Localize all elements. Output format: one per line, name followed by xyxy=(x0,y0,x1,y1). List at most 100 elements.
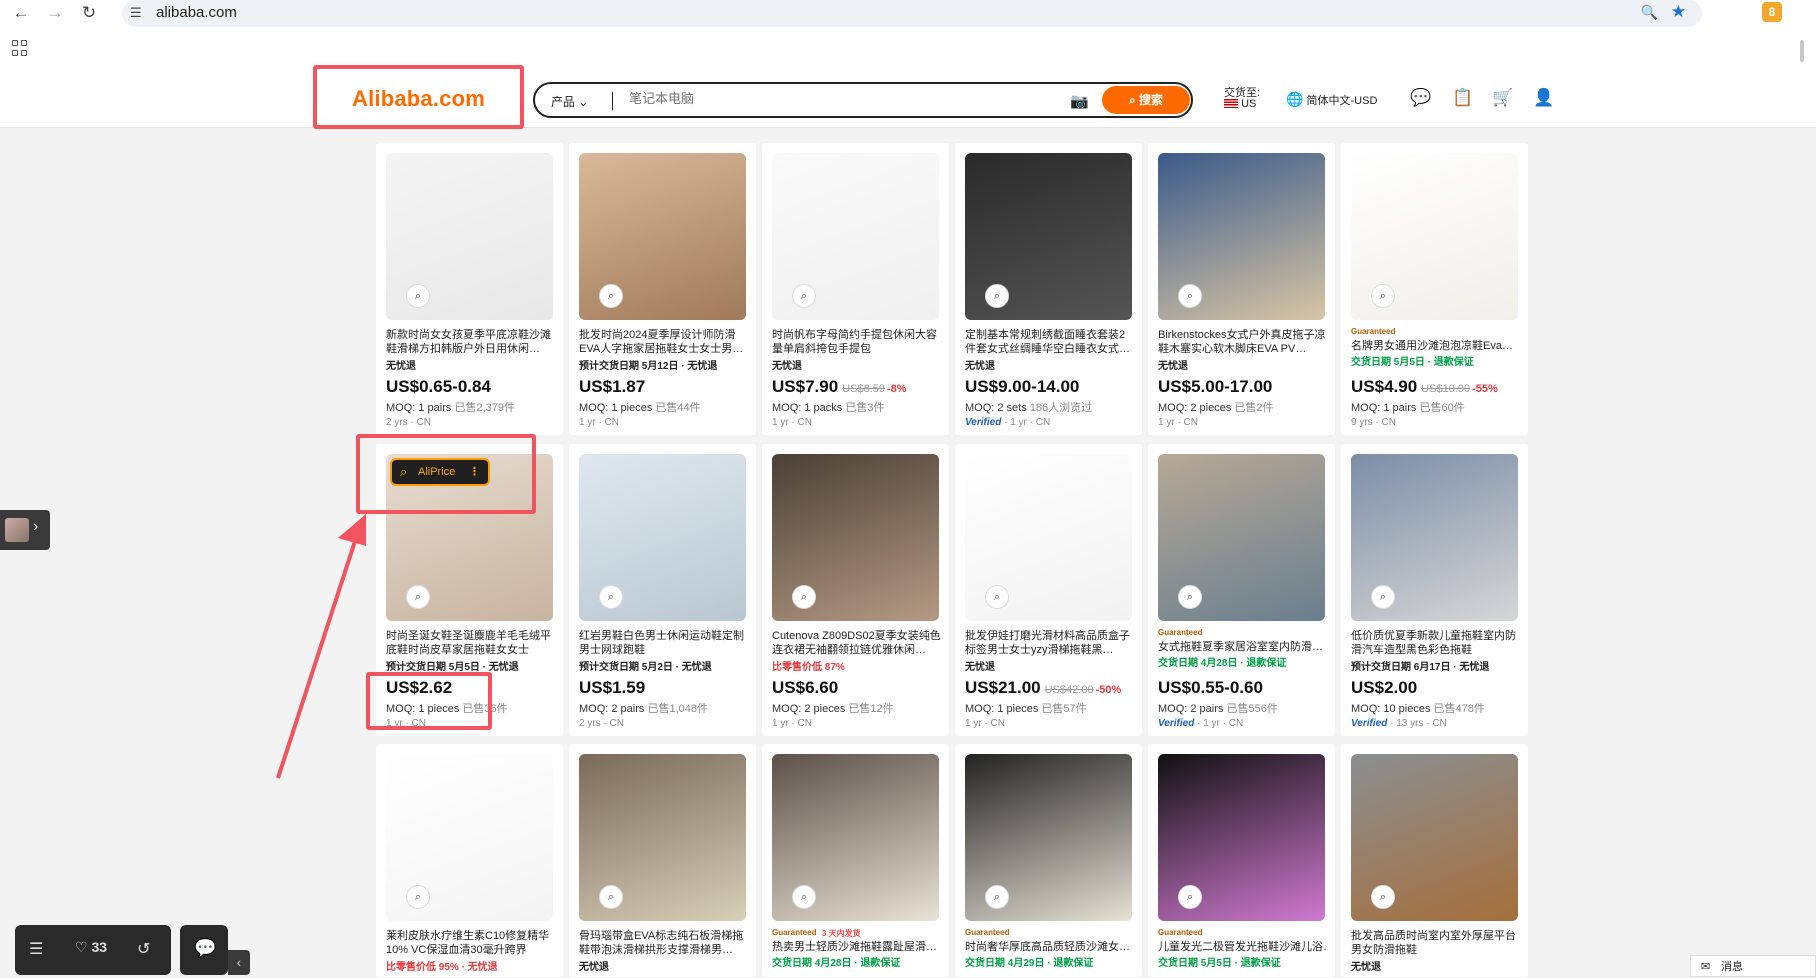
product-title[interactable]: 莱利皮肤水疗维生素C10修复精华10% VC保湿血清30毫升跨界 xyxy=(386,929,556,957)
product-image[interactable]: ⌕ xyxy=(965,754,1132,921)
back-icon[interactable]: ← xyxy=(10,2,32,24)
product-card[interactable]: ⌕ 女式拖鞋夏季家居浴室室内防滑… 交货日期 4月28日 · 退款保证 US$0.55… xyxy=(1148,444,1335,736)
search-input[interactable] xyxy=(627,90,1007,107)
product-card[interactable]: ⌕ 骨玛瑙带盒EVA标志纯石板滑梯拖鞋带泡沫滑梯拱形支撑滑梯男… 无忧退 xyxy=(569,744,756,977)
product-card[interactable]: ⌕ 新款时尚女女孩夏季平底凉鞋沙滩鞋滑梯方扣韩版户外日用休闲… 无忧退 US$0.65… xyxy=(376,143,563,435)
product-title[interactable]: 红岩男鞋白色男士休闲运动鞋定制男士网球跑鞋 xyxy=(579,629,749,657)
search-button[interactable]: ⌕ 搜索 xyxy=(1102,86,1190,114)
product-image[interactable]: ⌕ xyxy=(772,754,939,921)
image-search-icon[interactable]: ⌕ xyxy=(792,585,816,609)
product-card[interactable]: ⌕ 儿童发光二极管发光拖鞋沙滩儿浴… 交货日期 5月5日 · 退款保证 Guarant… xyxy=(1148,744,1335,977)
image-search-icon[interactable]: ⌕ xyxy=(406,284,430,308)
product-image[interactable]: ⌕ xyxy=(772,153,939,320)
stack-icon[interactable]: ☰ xyxy=(29,939,43,959)
product-card[interactable]: ⌕ 时尚帆布字母简约手提包休闲大容量单肩斜挎包手提包 无忧退 US$7.90 US$8.… xyxy=(762,143,949,435)
product-title[interactable]: 批发时尚2024夏季厚设计师防滑EVA人字拖家居拖鞋女士女士男… xyxy=(579,328,749,356)
product-title[interactable]: 时尚帆布字母简约手提包休闲大容量单肩斜挎包手提包 xyxy=(772,328,942,356)
image-search-icon[interactable]: ⌕ xyxy=(792,885,816,909)
image-search-icon[interactable]: ⌕ xyxy=(792,284,816,308)
orders-icon[interactable]: 📋 xyxy=(1452,88,1473,108)
address-bar[interactable]: ☰ alibaba.com 🔍 ★ xyxy=(122,0,1702,27)
aliprice-button[interactable]: ⌕ AliPrice ⋮ xyxy=(390,458,490,486)
product-card[interactable]: ⌕ 热卖男士轻质沙滩拖鞋露趾屋滑… 交货日期 4月28日 · 退款保证 Guaran… xyxy=(762,744,949,977)
image-search-icon[interactable]: ⌕ xyxy=(406,585,430,609)
image-search-icon[interactable]: ⌕ xyxy=(1371,585,1395,609)
product-title[interactable]: Birkenstockes女式户外真皮拖子凉鞋木塞实心软木脚床EVA PV… xyxy=(1158,328,1328,356)
product-image[interactable]: ⌕ xyxy=(579,754,746,921)
product-card[interactable]: ⌕ 红岩男鞋白色男士休闲运动鞋定制男士网球跑鞋 预计交货日期 5月2日 · 无忧退 U… xyxy=(569,444,756,736)
image-search-icon[interactable]: ⌕ xyxy=(1371,284,1395,308)
product-image[interactable]: ⌕ xyxy=(386,153,553,320)
product-image[interactable]: ⌕ xyxy=(579,153,746,320)
scrollbar[interactable] xyxy=(1800,40,1804,62)
product-card[interactable]: ⌕ 低价质优夏季新款儿童拖鞋室内防滑汽车造型黑色彩色拖鞋 预计交货日期 6月17日 … xyxy=(1341,444,1528,736)
product-title[interactable]: 骨玛瑙带盒EVA标志纯石板滑梯拖鞋带泡沫滑梯拱形支撑滑梯男… xyxy=(579,929,749,957)
product-title[interactable]: Cutenova Z809DS02夏季女装纯色连衣裙无袖翻领拉链优雅休闲… xyxy=(772,629,942,657)
product-title[interactable]: 名牌男女通用沙滩泡泡凉鞋Eva… xyxy=(1351,339,1521,353)
image-search-icon[interactable]: ⌕ xyxy=(1178,284,1202,308)
more-icon[interactable]: ⋮ xyxy=(469,460,480,484)
product-card[interactable]: ⌕ Birkenstockes女式户外真皮拖子凉鞋木塞实心软木脚床EVA PV… 无… xyxy=(1148,143,1335,435)
product-card[interactable]: ⌕ 批发时尚2024夏季厚设计师防滑EVA人字拖家居拖鞋女士女士男… 预计交货日期 … xyxy=(569,143,756,435)
history-icon[interactable]: ↺ xyxy=(137,939,150,959)
image-search-icon[interactable]: ⌕ xyxy=(1371,885,1395,909)
image-search-icon[interactable]: ⌕ xyxy=(985,284,1009,308)
product-card[interactable]: ⌕ 批发高品质时尚室内室外厚屋平台男女防滑拖鞋 无忧退 xyxy=(1341,744,1528,977)
site-info-icon[interactable]: ☰ xyxy=(130,5,142,21)
product-title[interactable]: 低价质优夏季新款儿童拖鞋室内防滑汽车造型黑色彩色拖鞋 xyxy=(1351,629,1521,657)
product-image[interactable]: ⌕ xyxy=(1351,754,1518,921)
image-search-icon[interactable]: ⌕ xyxy=(985,885,1009,909)
product-image[interactable]: ⌕ xyxy=(1351,153,1518,320)
messages-icon[interactable]: 💬 xyxy=(1410,88,1431,108)
forward-icon[interactable]: → xyxy=(44,2,66,24)
chat-button[interactable]: 💬 xyxy=(180,925,228,975)
account-icon[interactable]: 👤 xyxy=(1533,88,1554,108)
product-title[interactable]: 批发高品质时尚室内室外厚屋平台男女防滑拖鞋 xyxy=(1351,929,1521,957)
reload-icon[interactable]: ↻ xyxy=(78,2,100,24)
image-search-icon[interactable]: ⌕ xyxy=(985,585,1009,609)
product-image[interactable]: ⌕ xyxy=(579,454,746,621)
product-title[interactable]: 女式拖鞋夏季家居浴室室内防滑… xyxy=(1158,640,1328,654)
ship-to-selector[interactable]: US xyxy=(1224,98,1256,110)
side-preview-panel[interactable]: › xyxy=(0,510,50,550)
product-image[interactable]: ⌕ xyxy=(1158,153,1325,320)
image-search-icon[interactable]: ⌕ xyxy=(599,284,623,308)
product-title[interactable]: 热卖男士轻质沙滩拖鞋露趾屋滑… xyxy=(772,940,942,954)
messages-button[interactable]: ✉ 消息 xyxy=(1690,955,1816,977)
product-title[interactable]: 时尚奢华厚底高品质轻质沙滩女… xyxy=(965,940,1135,954)
product-card[interactable]: ⌕ 名牌男女通用沙滩泡泡凉鞋Eva… 交货日期 5月5日 · 退款保证 US$4.90… xyxy=(1341,143,1528,435)
bookmark-star-icon[interactable]: ★ xyxy=(1671,2,1686,22)
search-bar: 产品 ⌄ 📷 ⌕ 搜索 xyxy=(533,82,1193,118)
product-card[interactable]: ⌕ 定制基本常规刺绣截面睡衣套装2件套女式丝绸睡华空白睡衣女式… 无忧退 US$9.0… xyxy=(955,143,1142,435)
product-card[interactable]: ⌕ Cutenova Z809DS02夏季女装纯色连衣裙无袖翻领拉链优雅休闲… 比零… xyxy=(762,444,949,736)
product-image[interactable]: ⌕ xyxy=(965,454,1132,621)
image-search-icon[interactable]: ⌕ xyxy=(406,885,430,909)
product-image[interactable]: ⌕ xyxy=(1158,454,1325,621)
image-search-icon[interactable]: ⌕ xyxy=(599,885,623,909)
language-selector[interactable]: 🌐 简体中文-USD xyxy=(1286,91,1377,108)
product-image[interactable]: ⌕ xyxy=(386,754,553,921)
collapse-toolbar-button[interactable]: ‹ xyxy=(228,950,250,975)
product-image[interactable]: ⌕ xyxy=(1351,454,1518,621)
product-card[interactable]: ⌕ 时尚奢华厚底高品质轻质沙滩女… 交货日期 4月29日 · 退款保证 Guarant… xyxy=(955,744,1142,977)
camera-search-icon[interactable]: 📷 xyxy=(1070,92,1089,110)
zoom-icon[interactable]: 🔍 xyxy=(1641,4,1658,21)
image-search-icon[interactable]: ⌕ xyxy=(1178,585,1202,609)
product-title[interactable]: 定制基本常规刺绣截面睡衣套装2件套女式丝绸睡华空白睡衣女式… xyxy=(965,328,1135,356)
extension-icon[interactable]: 8 xyxy=(1762,2,1782,22)
product-title[interactable]: 时尚圣诞女鞋圣诞麋鹿羊毛毛绒平底鞋时尚皮草家居拖鞋女女士 xyxy=(386,629,556,657)
apps-grid-icon[interactable] xyxy=(12,40,28,56)
favorites-button[interactable]: ♡ 33 xyxy=(75,939,107,956)
image-search-icon[interactable]: ⌕ xyxy=(1178,885,1202,909)
product-image[interactable]: ⌕ xyxy=(772,454,939,621)
image-search-icon[interactable]: ⌕ xyxy=(599,585,623,609)
product-title[interactable]: 批发伊娃打磨光滑材料高品质盒子标签男士女士yzy滑梯拖鞋黑… xyxy=(965,629,1135,657)
product-card[interactable]: ⌕ 批发伊娃打磨光滑材料高品质盒子标签男士女士yzy滑梯拖鞋黑… 无忧退 US$21.… xyxy=(955,444,1142,736)
product-title[interactable]: 新款时尚女女孩夏季平底凉鞋沙滩鞋滑梯方扣韩版户外日用休闲… xyxy=(386,328,556,356)
product-image[interactable]: ⌕ xyxy=(1158,754,1325,921)
product-title[interactable]: 儿童发光二极管发光拖鞋沙滩儿浴… xyxy=(1158,940,1328,954)
product-image[interactable]: ⌕ xyxy=(965,153,1132,320)
product-card[interactable]: ⌕ 莱利皮肤水疗维生素C10修复精华10% VC保湿血清30毫升跨界 比零售价低 9… xyxy=(376,744,563,977)
cart-icon[interactable]: 🛒 xyxy=(1492,88,1513,108)
search-category-select[interactable]: 产品 ⌄ xyxy=(551,93,588,110)
